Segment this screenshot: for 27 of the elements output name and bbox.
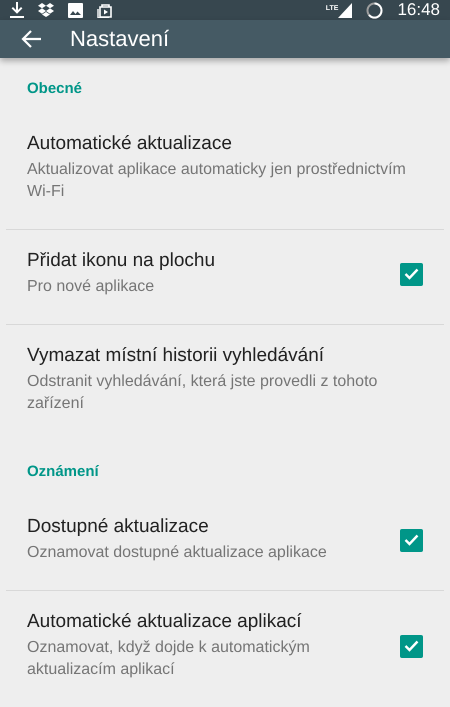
image-icon [68,2,83,18]
clock-time: 16:48 [397,0,440,20]
setting-description: Odstranit vyhledávání, která jste provedli z tohoto zařízení [27,372,378,414]
setting-description: Aktualizovat aplikace automaticky jen prostřednictvím Wi-Fi [27,160,407,202]
setting-title[interactable]: Automatické aktualizace [27,133,423,155]
setting-description: Oznamovat, když dojde k automatickým aktualizacím aplikací [27,638,311,680]
checkmark-icon [404,268,419,280]
screen-title: Nastavení [70,26,170,52]
setting-description: Oznamovat dostupné aktualizace aplikace [27,543,328,563]
section-header: Obecné [26,79,84,99]
checkbox[interactable] [400,528,423,552]
setting-title[interactable]: Automatické aktualizace aplikací [27,611,388,633]
video-bag-icon [97,2,113,18]
checkmark-icon [404,640,419,652]
checkbox[interactable] [400,262,423,286]
section-header: Oznámení [26,462,100,482]
setting-title[interactable]: Vymazat místní historii vyhledávání [27,345,423,367]
checkmark-icon [404,534,419,546]
signal-icon [338,2,352,18]
loading-ring-icon [366,2,384,18]
setting-title[interactable]: Dostupné aktualizace [27,516,388,538]
back-button[interactable] [20,29,42,49]
setting-title[interactable]: Přidat ikonu na plochu [27,250,388,272]
download-icon [10,2,24,18]
setting-description: Pro nové aplikace [27,277,156,297]
checkbox[interactable] [400,634,423,658]
dropbox-icon [38,2,54,18]
